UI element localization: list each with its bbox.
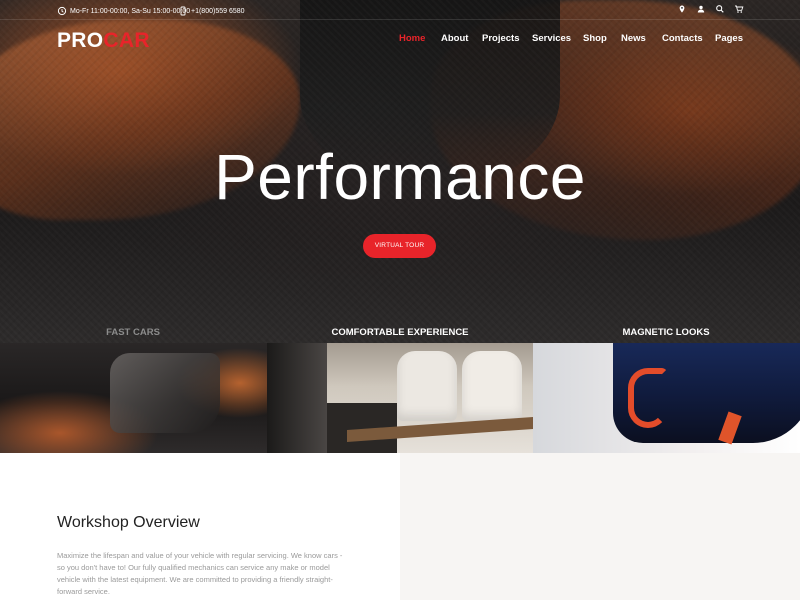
search-icon[interactable] <box>715 4 725 14</box>
nav-item-pages[interactable]: Pages <box>715 33 743 44</box>
section-title: Workshop Overview <box>57 514 200 531</box>
opening-hours: Mo-Fr 11:00-00:00, Sa-Su 15:00-00:00 <box>57 6 190 16</box>
map-pin-icon[interactable] <box>677 4 687 14</box>
feature-label-fast-cars: FAST CARS <box>106 327 160 338</box>
clock-icon <box>57 6 67 16</box>
user-icon[interactable] <box>696 4 706 14</box>
feature-label-magnetic-looks: MAGNETIC LOOKS <box>622 327 710 338</box>
overview-image-panel <box>400 453 800 600</box>
nav-item-contacts[interactable]: Contacts <box>662 33 703 44</box>
top-bar-icons <box>677 4 744 14</box>
nav-item-home[interactable]: Home <box>399 33 425 44</box>
seat-left-shape <box>397 351 457 421</box>
feature-image-comfortable-experience[interactable] <box>267 343 533 453</box>
phone-contact[interactable]: +1(800)559 6580 <box>178 6 245 16</box>
cart-icon[interactable] <box>734 4 744 14</box>
main-nav: Home About Projects Services Shop News C… <box>0 33 800 47</box>
phone-icon <box>178 6 188 16</box>
phone-number[interactable]: +1(800)559 6580 <box>191 8 245 15</box>
hero-title: Performance <box>214 141 586 213</box>
door-panel-shape <box>267 343 327 453</box>
opening-hours-text: Mo-Fr 11:00-00:00, Sa-Su 15:00-00:00 <box>70 7 191 15</box>
nav-item-projects[interactable]: Projects <box>482 33 520 44</box>
feature-image-magnetic-looks[interactable] <box>533 343 800 453</box>
nav-item-services[interactable]: Services <box>532 33 571 44</box>
nav-item-about[interactable]: About <box>441 33 468 44</box>
section-body-text: Maximize the lifespan and value of your … <box>57 551 343 596</box>
seat-right-shape <box>462 351 522 421</box>
virtual-tour-button[interactable]: VIRTUAL TOUR <box>363 234 436 258</box>
feature-label-comfortable-experience: COMFORTABLE EXPERIENCE <box>331 327 469 338</box>
feature-image-fast-cars[interactable] <box>0 343 267 453</box>
top-bar: Mo-Fr 11:00-00:00, Sa-Su 15:00-00:00 +1(… <box>0 0 800 20</box>
headlight-shape <box>628 368 668 428</box>
nav-item-shop[interactable]: Shop <box>583 33 607 44</box>
car-seat-shape <box>110 353 220 433</box>
nav-item-news[interactable]: News <box>621 33 646 44</box>
